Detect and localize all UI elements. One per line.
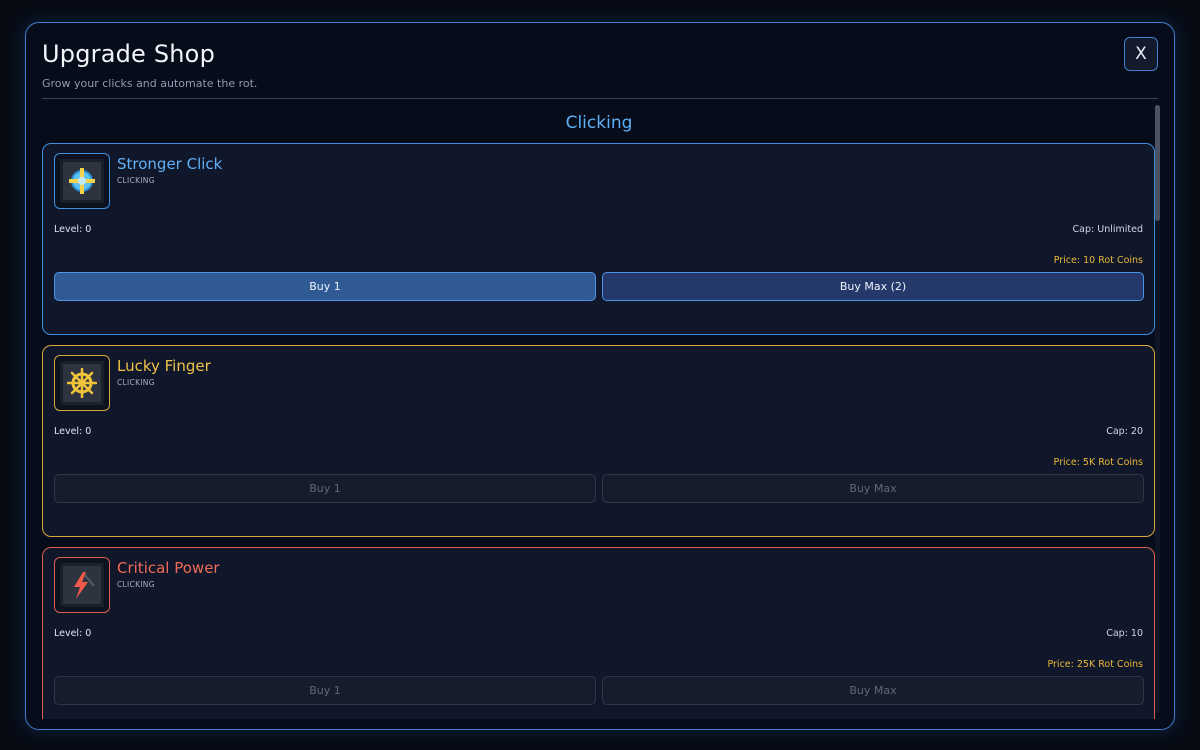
upgrade-category: CLICKING — [117, 176, 155, 185]
upgrade-name: Lucky Finger — [117, 357, 211, 375]
upgrade-card-stronger-click: Stronger Click CLICKING Level: 0 Cap: Un… — [42, 143, 1155, 335]
upgrade-cap: Cap: Unlimited — [1072, 224, 1143, 235]
modal-header: Upgrade Shop Grow your clicks and automa… — [42, 23, 1158, 99]
upgrade-cap: Cap: 10 — [1106, 628, 1143, 639]
upgrade-cap: Cap: 20 — [1106, 426, 1143, 437]
upgrade-price: Price: 10 Rot Coins — [1053, 255, 1143, 266]
upgrade-price: Price: 5K Rot Coins — [1053, 457, 1143, 468]
upgrade-name: Stronger Click — [117, 155, 223, 173]
upgrade-card-lucky-finger: Lucky Finger CLICKING Level: 0 Cap: 20 P… — [42, 345, 1155, 537]
buy-max-button[interactable]: Buy Max — [602, 474, 1144, 503]
close-button[interactable]: X — [1124, 37, 1158, 71]
buy-one-button[interactable]: Buy 1 — [54, 474, 596, 503]
lightning-bolt-icon — [74, 572, 95, 599]
buy-max-button[interactable]: Buy Max — [602, 676, 1144, 705]
modal-title: Upgrade Shop — [42, 40, 216, 68]
upgrade-icon-frame — [54, 153, 110, 209]
buy-one-button[interactable]: Buy 1 — [54, 676, 596, 705]
upgrade-category: CLICKING — [117, 378, 155, 387]
upgrade-price: Price: 25K Rot Coins — [1047, 659, 1143, 670]
upgrade-level: Level: 0 — [54, 628, 92, 639]
buy-max-button[interactable]: Buy Max (2) — [602, 272, 1144, 301]
upgrade-level: Level: 0 — [54, 224, 92, 235]
upgrade-icon-frame — [54, 557, 110, 613]
upgrade-list[interactable]: Clicking Stronger Click CLICKING Level: … — [42, 105, 1156, 719]
upgrade-icon-frame — [54, 355, 110, 411]
section-title-clicking: Clicking — [565, 113, 633, 133]
crosshair-gem-icon — [69, 168, 95, 194]
upgrade-level: Level: 0 — [54, 426, 92, 437]
buy-one-button[interactable]: Buy 1 — [54, 272, 596, 301]
upgrade-card-critical-power: Critical Power CLICKING Level: 0 Cap: 10… — [42, 547, 1155, 719]
ship-wheel-icon — [67, 368, 97, 398]
scrollbar-thumb[interactable] — [1155, 105, 1160, 221]
modal-subtitle: Grow your clicks and automate the rot. — [42, 77, 258, 90]
upgrade-name: Critical Power — [117, 559, 220, 577]
upgrade-category: CLICKING — [117, 580, 155, 589]
upgrade-shop-modal: Upgrade Shop Grow your clicks and automa… — [25, 22, 1175, 730]
